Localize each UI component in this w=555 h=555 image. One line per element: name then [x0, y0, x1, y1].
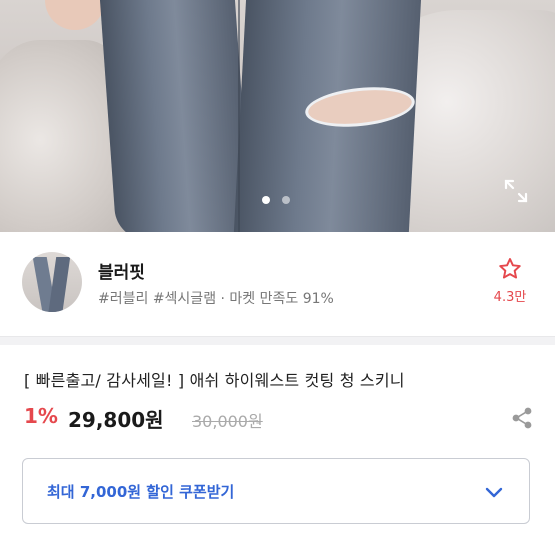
favorite-count: 4.3만: [493, 290, 527, 305]
expand-icon[interactable]: [503, 178, 529, 204]
carousel-dot[interactable]: [282, 196, 290, 204]
seller-name[interactable]: 블러핏: [98, 258, 145, 283]
avatar[interactable]: [22, 252, 82, 312]
section-divider: [0, 336, 555, 345]
carousel-indicator: [262, 196, 290, 204]
carousel-dot-active[interactable]: [262, 196, 270, 204]
seller-tags: #러블리 #섹시글램 · 마켓 만족도 91%: [98, 291, 334, 307]
coupon-button[interactable]: 최대 7,000원 할인 쿠폰받기: [22, 458, 530, 524]
price-row: 1% 29,800원 30,000원: [24, 404, 534, 436]
chevron-down-icon: [485, 487, 503, 498]
original-price: 30,000원: [192, 412, 263, 431]
coupon-label: 최대 7,000원 할인 쿠폰받기: [47, 483, 235, 501]
favorite-button[interactable]: 4.3만: [488, 256, 532, 305]
product-title: [ 빠른출고/ 감사세일! ] 애쉬 하이웨스트 컷팅 청 스키니: [24, 371, 405, 390]
seller-info[interactable]: 블러핏 #러블리 #섹시글램 · 마켓 만족도 91% 4.3만: [0, 232, 555, 336]
sale-price: 29,800원: [68, 408, 164, 432]
star-icon: [499, 258, 521, 279]
jeans-seam: [238, 0, 240, 232]
discount-rate: 1%: [24, 404, 58, 428]
jeans-left-leg: [99, 0, 252, 232]
hand: [45, 0, 105, 30]
share-icon[interactable]: [510, 406, 534, 430]
product-image[interactable]: [0, 0, 555, 232]
